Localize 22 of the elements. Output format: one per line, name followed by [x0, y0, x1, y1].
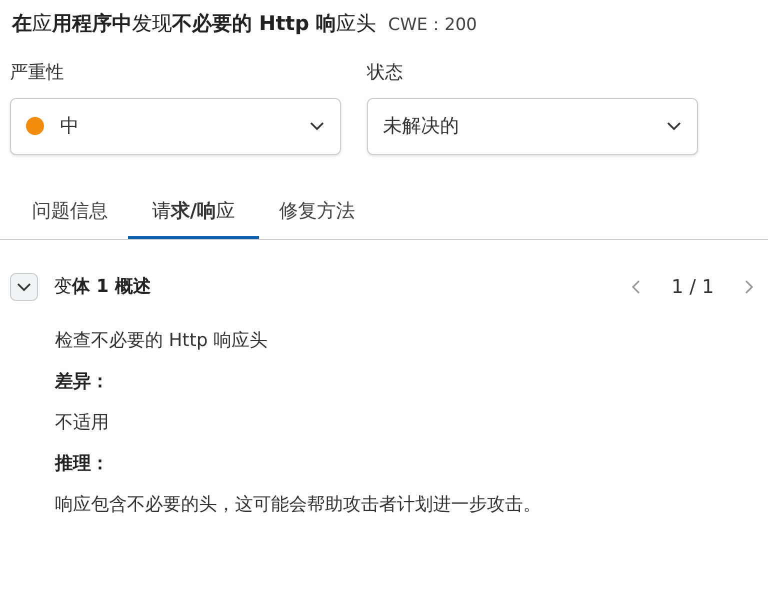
- cwe-label: CWE：200: [388, 14, 477, 37]
- tab[interactable]: 问题信息: [12, 186, 128, 238]
- previous-icon[interactable]: [631, 278, 642, 295]
- dropdown[interactable]: 中: [10, 98, 341, 154]
- section-heading: 差异：: [55, 370, 110, 394]
- field-label: 状态: [367, 60, 404, 84]
- next-icon[interactable]: [744, 278, 754, 295]
- body-text: 检查不必要的 Http 响应头: [55, 329, 269, 353]
- issue-title: 在应用程序中发现不必要的 Http 响应头: [12, 10, 376, 37]
- chevron-down-icon: [309, 121, 325, 131]
- chevron-down-icon: [16, 282, 32, 292]
- variant-title: 变体 1 概述: [54, 275, 152, 300]
- tab[interactable]: 修复方法: [258, 186, 375, 238]
- chevron-down-icon: [666, 121, 682, 131]
- dropdown[interactable]: 未解决的: [367, 98, 698, 154]
- collapse-toggle[interactable]: [10, 272, 38, 301]
- field-label: 严重性: [10, 60, 65, 84]
- body-text: 不适用: [55, 411, 110, 435]
- body-text: 响应包含不必要的头，这可能会帮助攻击者计划进一步攻击。: [55, 493, 542, 517]
- page-counter: 1 / 1: [671, 274, 714, 300]
- section-heading: 推理：: [55, 452, 110, 476]
- tab[interactable]: 请求/响应: [128, 186, 259, 238]
